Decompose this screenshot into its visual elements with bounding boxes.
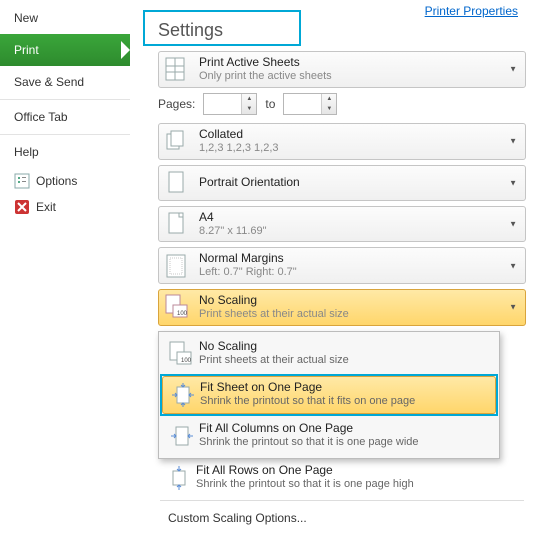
scaling-menu: 100 No Scaling Print sheets at their act… (158, 331, 500, 459)
orientation-title: Portrait Orientation (199, 175, 300, 190)
scaling-option-fit-sheet[interactable]: Fit Sheet on One Page Shrink the printou… (162, 376, 496, 414)
nav-help[interactable]: Help (0, 136, 130, 168)
paper-sub: 8.27" x 11.69" (199, 225, 267, 239)
chevron-down-icon: ▼ (509, 261, 517, 270)
scaling-icon: 100 (163, 293, 191, 321)
margins-title: Normal Margins (199, 251, 297, 266)
up-icon[interactable]: ▲ (322, 94, 336, 104)
nav-print[interactable]: Print (0, 34, 130, 66)
options-icon (14, 173, 30, 189)
nav-new[interactable]: New (0, 2, 130, 34)
pages-to-label: to (265, 97, 275, 111)
scaling-option-fit-rows[interactable]: Fit All Rows on One Page Shrink the prin… (158, 459, 526, 497)
chevron-down-icon: ▼ (509, 65, 517, 74)
chevron-down-icon: ▼ (509, 219, 517, 228)
backstage-sidebar: New Print Save & Send Office Tab Help Op… (0, 0, 130, 552)
page-icon (163, 210, 191, 238)
margins-sub: Left: 0.7" Right: 0.7" (199, 266, 297, 280)
fit-columns-icon (165, 421, 199, 451)
scaling-title: No Scaling (199, 293, 349, 308)
nav-exit[interactable]: Exit (0, 194, 130, 220)
orientation-dropdown[interactable]: Portrait Orientation ▼ (158, 165, 526, 201)
paper-title: A4 (199, 210, 267, 225)
svg-text:100: 100 (181, 358, 192, 364)
pages-to-stepper[interactable]: ▲▼ (283, 93, 337, 115)
margins-dropdown[interactable]: Normal Margins Left: 0.7" Right: 0.7" ▼ (158, 247, 526, 284)
print-what-title: Print Active Sheets (199, 55, 332, 70)
chevron-down-icon: ▼ (509, 178, 517, 187)
margins-icon (163, 252, 191, 280)
down-icon[interactable]: ▼ (242, 104, 256, 114)
svg-text:100: 100 (177, 311, 188, 317)
scaling-option-no-scaling[interactable]: 100 No Scaling Print sheets at their act… (161, 335, 497, 373)
nav-options-label: Options (36, 174, 77, 188)
paper-dropdown[interactable]: A4 8.27" x 11.69" ▼ (158, 206, 526, 243)
fit-rows-icon (162, 463, 196, 493)
settings-panel: Printer Properties Settings Print Active… (130, 0, 536, 552)
up-icon[interactable]: ▲ (242, 94, 256, 104)
no-scaling-icon: 100 (165, 339, 199, 369)
down-icon[interactable]: ▼ (322, 104, 336, 114)
chevron-down-icon: ▼ (509, 303, 517, 312)
nav-save-send[interactable]: Save & Send (0, 66, 130, 98)
scaling-sub: Print sheets at their actual size (199, 308, 349, 322)
custom-scaling-options[interactable]: Custom Scaling Options... (158, 504, 526, 532)
collate-title: Collated (199, 127, 279, 142)
pages-label: Pages: (158, 97, 195, 111)
chevron-down-icon: ▼ (509, 137, 517, 146)
nav-office-tab[interactable]: Office Tab (0, 101, 130, 133)
nav-exit-label: Exit (36, 200, 56, 214)
print-what-dropdown[interactable]: Print Active Sheets Only print the activ… (158, 51, 526, 88)
fit-sheet-icon (166, 380, 200, 410)
collate-dropdown[interactable]: Collated 1,2,3 1,2,3 1,2,3 ▼ (158, 123, 526, 160)
print-what-sub: Only print the active sheets (199, 70, 332, 84)
scaling-option-fit-columns[interactable]: Fit All Columns on One Page Shrink the p… (161, 417, 497, 455)
nav-options[interactable]: Options (0, 168, 130, 194)
pages-from-stepper[interactable]: ▲▼ (203, 93, 257, 115)
exit-icon (14, 199, 30, 215)
collate-sub: 1,2,3 1,2,3 1,2,3 (199, 142, 279, 156)
scaling-dropdown[interactable]: 100 No Scaling Print sheets at their act… (158, 289, 526, 326)
printer-properties-link[interactable]: Printer Properties (425, 4, 518, 18)
sheet-icon (163, 55, 191, 83)
portrait-icon (163, 169, 191, 197)
collate-icon (163, 127, 191, 155)
